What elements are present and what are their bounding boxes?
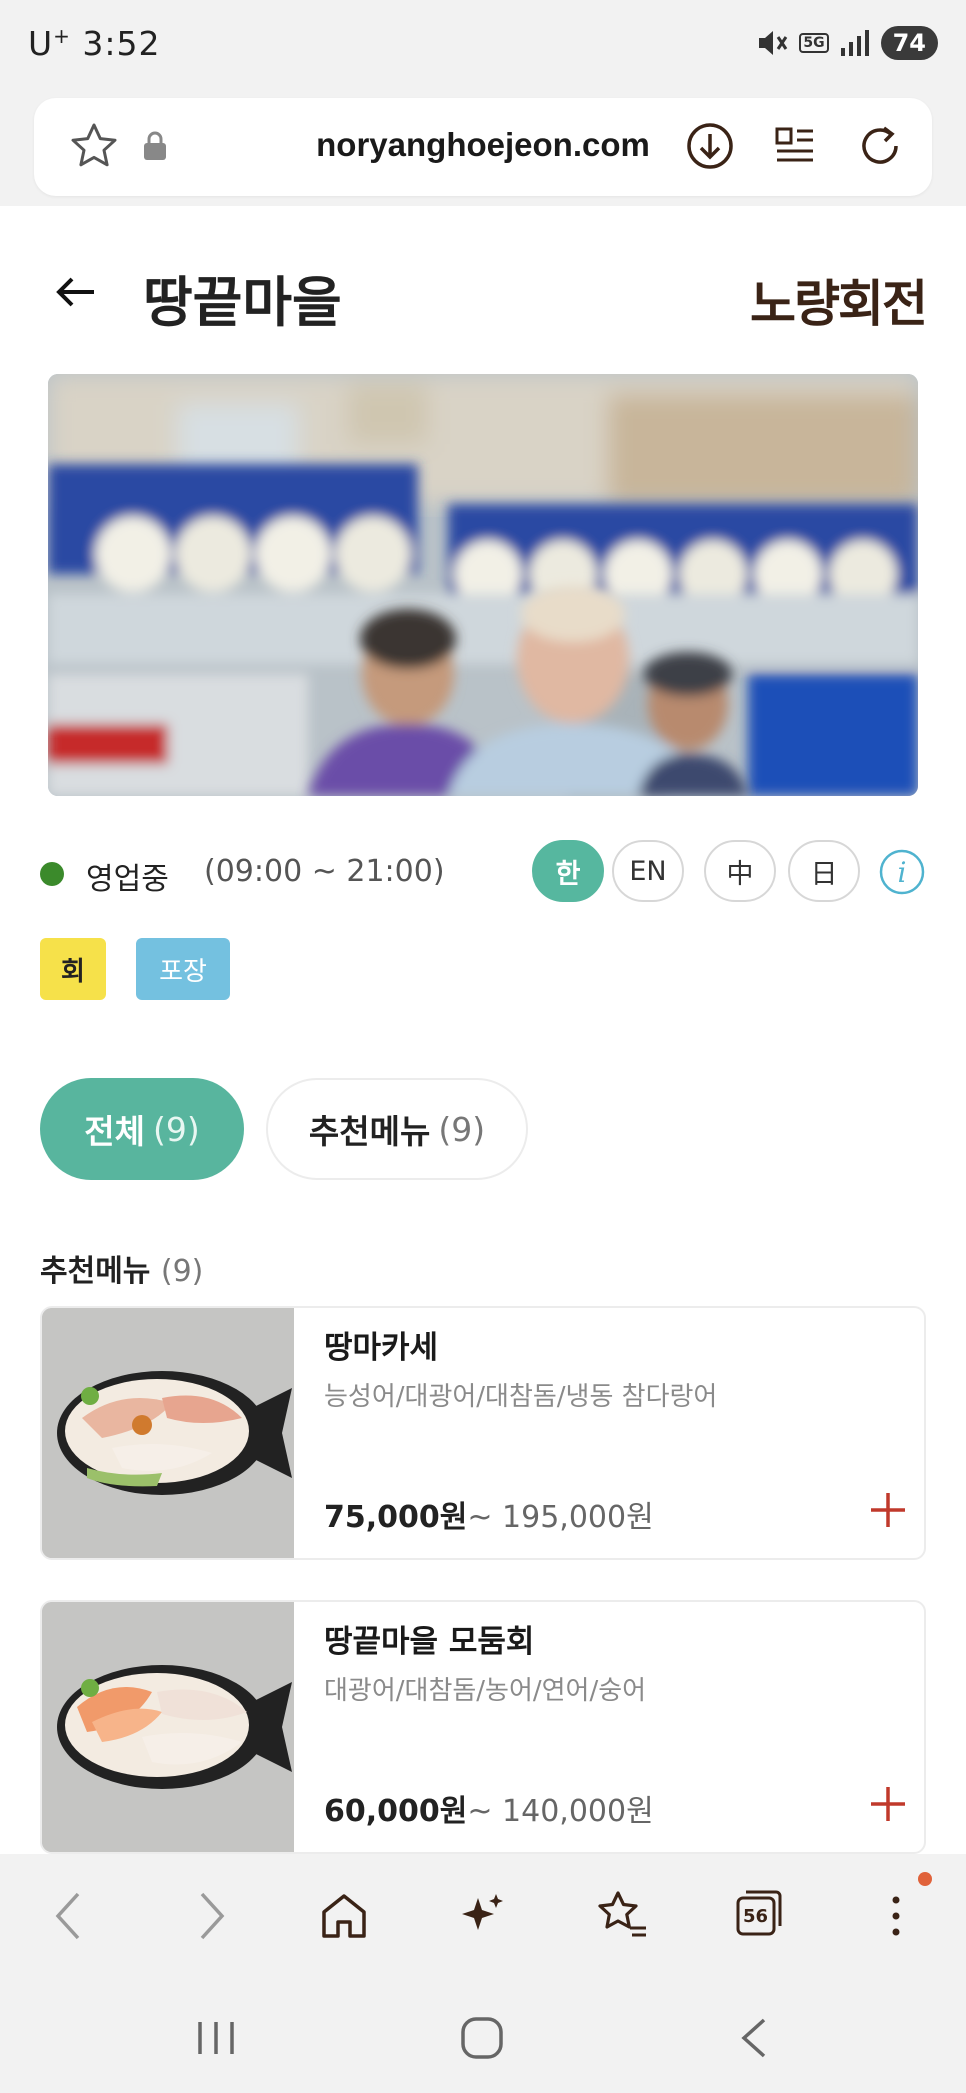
recent-apps-icon[interactable] (192, 2014, 240, 2062)
filter-all-button[interactable]: 전체 (9) (40, 1078, 244, 1180)
add-plus-icon[interactable] (868, 1784, 908, 1824)
svg-text:i: i (898, 856, 907, 889)
download-icon[interactable] (684, 120, 736, 172)
sparkle-ai-icon[interactable] (456, 1888, 508, 1944)
section-title: 추천메뉴 (9) (40, 1254, 204, 1289)
battery-indicator: 74 (880, 26, 938, 60)
back-arrow-icon[interactable] (50, 266, 102, 318)
mute-icon (759, 31, 788, 55)
status-bar: U+ 3:52 5G 74 (0, 0, 966, 92)
carrier-label: U+ 3:52 (28, 24, 161, 63)
notification-dot (918, 1872, 932, 1886)
network-icon: 5G (799, 33, 829, 53)
lang-chinese-button[interactable]: 中 (704, 840, 776, 902)
system-back-icon[interactable] (732, 2014, 780, 2062)
menu-name: 땅끝마을 모둠회 (324, 1624, 535, 1660)
signal-icon (840, 30, 869, 56)
open-status-label: 영업중 (86, 862, 169, 897)
tag-takeout: 포장 (136, 938, 230, 1000)
business-hours: (09:00 ~ 21:00) (204, 854, 445, 889)
browser-forward-icon[interactable] (186, 1888, 234, 1944)
clock: 3:52 (82, 24, 161, 63)
address-bar[interactable]: noryanghoejeon.com (34, 98, 932, 196)
menu-description: 능성어/대광어/대참돔/냉동 참다랑어 (324, 1382, 718, 1412)
store-photo (48, 374, 918, 796)
menu-photo (42, 1602, 294, 1852)
reload-icon[interactable] (854, 120, 906, 172)
tabs-count: 56 (743, 1906, 769, 1927)
home-icon[interactable] (318, 1888, 370, 1944)
filter-recommended-count: (9) (438, 1109, 486, 1149)
system-navigation-bar (0, 1978, 966, 2093)
more-menu-icon[interactable] (876, 1888, 916, 1944)
filter-all-count: (9) (152, 1109, 200, 1149)
web-page: 땅끝마을 노량회전 영업중 (09:00 ~ 21:00) 한 EN 中 日 i… (0, 206, 966, 1854)
lang-english-button[interactable]: EN (612, 840, 684, 902)
page-title: 땅끝마을 (143, 271, 342, 334)
status-icons: 5G 74 (755, 26, 938, 60)
tag-sashimi: 회 (40, 938, 106, 1000)
info-icon[interactable]: i (878, 848, 926, 896)
menu-price: 60,000원~ 140,000원 (324, 1794, 654, 1829)
menu-card[interactable]: 땅끝마을 모둠회 대광어/대참돔/농어/연어/숭어 60,000원~ 140,0… (40, 1600, 926, 1854)
menu-card[interactable]: 땅마카세 능성어/대광어/대참돔/냉동 참다랑어 75,000원~ 195,00… (40, 1306, 926, 1560)
filter-all-label: 전체 (84, 1112, 145, 1151)
menu-photo (42, 1308, 294, 1558)
bookmarks-icon[interactable] (594, 1888, 650, 1944)
store-status-row: 영업중 (09:00 ~ 21:00) 한 EN 中 日 i (40, 838, 926, 908)
reader-mode-icon[interactable] (769, 120, 821, 172)
menu-price: 75,000원~ 195,000원 (324, 1500, 654, 1535)
open-status-dot (40, 862, 64, 886)
browser-back-icon[interactable] (46, 1888, 94, 1944)
menu-description: 대광어/대참돔/농어/연어/숭어 (324, 1676, 647, 1706)
filter-recommended-label: 추천메뉴 (308, 1112, 431, 1151)
filter-recommended-button[interactable]: 추천메뉴 (9) (266, 1078, 528, 1180)
brand-logo: 노량회전 (750, 275, 928, 333)
lang-japanese-button[interactable]: 日 (788, 840, 860, 902)
home-button-icon[interactable] (458, 2014, 506, 2062)
tabs-button[interactable]: 56 (734, 1888, 784, 1938)
browser-toolbar: 56 (0, 1854, 966, 1978)
lang-korean-button[interactable]: 한 (532, 840, 604, 902)
add-plus-icon[interactable] (868, 1490, 908, 1530)
menu-name: 땅마카세 (324, 1330, 439, 1366)
